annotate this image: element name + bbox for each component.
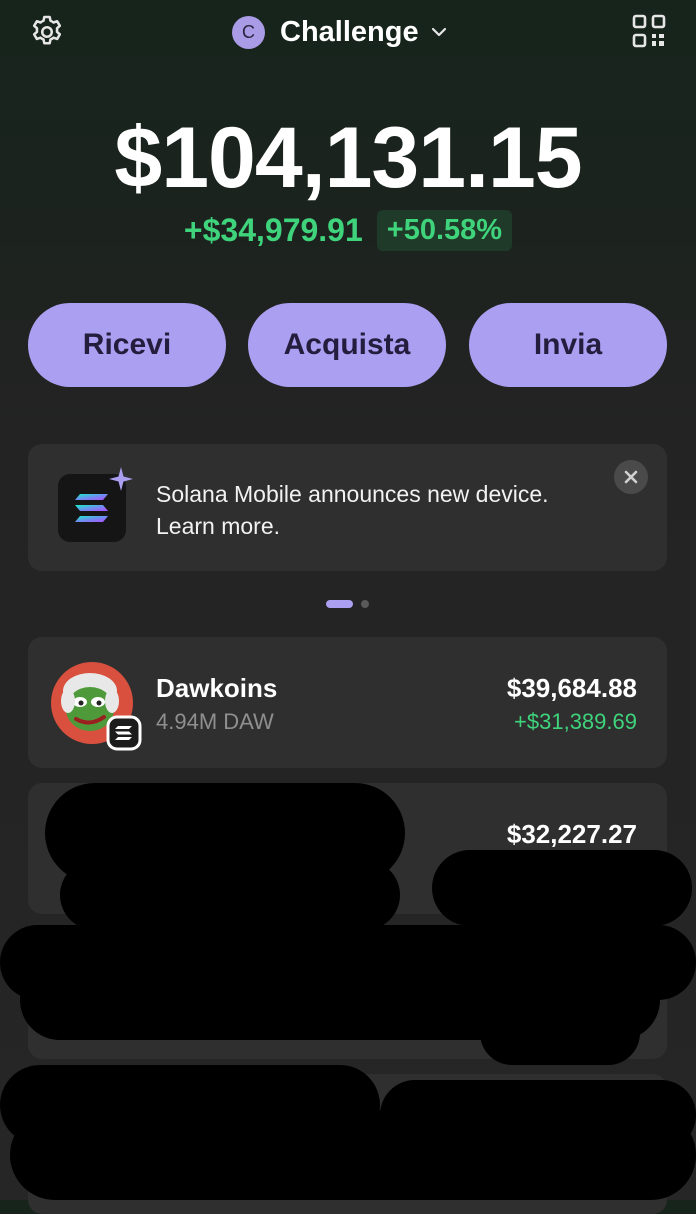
token-value: $32,227.27: [506, 819, 637, 849]
redaction-mark: [432, 850, 692, 926]
sparkle-icon: [109, 467, 133, 491]
token-value: $39,684.88: [506, 673, 637, 703]
pager-dot-active: [326, 600, 353, 608]
send-button[interactable]: Invia: [469, 303, 667, 387]
token-pnl: +$31,389.69: [514, 709, 637, 734]
redaction-mark: [480, 1000, 640, 1065]
token-name: Dawkoins: [156, 673, 278, 703]
top-bar: C Challenge: [0, 0, 696, 64]
token-quantity: 4.94M DAW: [156, 709, 274, 734]
account-avatar: C: [232, 15, 265, 49]
chevron-down-icon: [431, 27, 446, 37]
redaction-mark: [60, 860, 400, 930]
change-amount: +$34,979.91: [183, 212, 363, 248]
pager-dot: [361, 600, 369, 608]
receive-button[interactable]: Ricevi: [28, 303, 226, 387]
settings-gear-icon[interactable]: [28, 13, 66, 51]
change-percent-badge: +50.58%: [376, 210, 513, 251]
account-name: Challenge: [280, 15, 419, 48]
token-row-dawkoins[interactable]: Dawkoins 4.94M DAW $39,684.88 +$31,389.6…: [28, 637, 667, 768]
solana-chain-badge-icon: [106, 715, 142, 751]
portfolio-change: +$34,979.91 +50.58%: [0, 210, 696, 251]
account-switcher[interactable]: C Challenge: [232, 12, 449, 52]
redaction-mark: [380, 1080, 696, 1150]
portfolio-balance: $104,131.15: [114, 110, 582, 206]
dawkoins-token-icon: [50, 661, 142, 751]
promo-banner[interactable]: Solana Mobile announces new device. Lear…: [28, 444, 667, 571]
buy-button[interactable]: Acquista: [248, 303, 446, 387]
close-icon[interactable]: [614, 460, 648, 494]
action-buttons: Ricevi Acquista Invia: [28, 303, 668, 387]
banner-text: Solana Mobile announces new device. Lear…: [156, 481, 549, 539]
qr-code-icon[interactable]: [632, 14, 666, 48]
